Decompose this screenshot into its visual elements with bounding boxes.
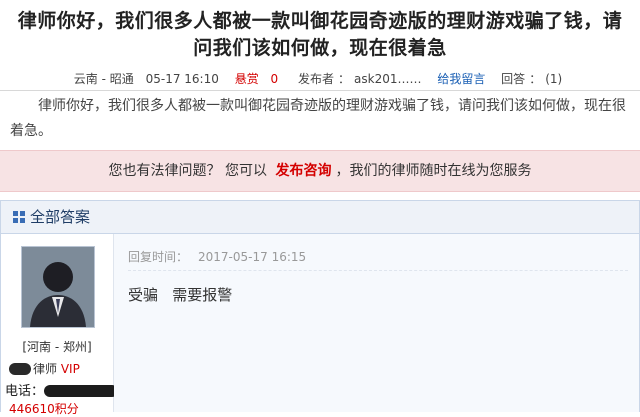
answer-text: 受骗 需要报警 — [128, 286, 233, 304]
phone-label: 电话： — [5, 384, 45, 399]
replies-value: (1) — [545, 72, 563, 86]
reply-count: 回答： (1) — [501, 72, 563, 86]
answer-user-info: [河南 - 郑州] 律师 VIP 电话： 446610积分 — [1, 234, 119, 416]
question-body: 律师你好，我们很多人都被一款叫御花园奇迹版的理财游戏骗了钱，请问我们该如何做，现… — [10, 98, 626, 139]
divider — [128, 270, 628, 271]
banner-suffix: ，我们的律师随时在线为您服务 — [335, 163, 532, 179]
grid-icon — [13, 202, 25, 223]
redacted-phone — [44, 385, 119, 397]
answer-content: 回复时间： 2017-05-17 16:15 受骗 需要报警 — [114, 234, 639, 412]
lawyer-location: [河南 - 郑州] — [22, 340, 92, 354]
answers-header-label: 全部答案 — [30, 208, 91, 226]
question-meta: 云南 - 昭通 05-17 16:10 悬赏 0 发布者： ask201…… 给我… — [0, 68, 640, 91]
replies-label: 回答 — [501, 72, 526, 86]
lawyer-points: 446610积分 — [9, 402, 79, 416]
redaction-mark — [9, 363, 31, 375]
poster: 发布者： ask201…… — [298, 72, 422, 86]
banner-prefix: 您也有法律问题？ 您可以 — [108, 163, 267, 179]
reply-time-label: 回复时间： — [128, 250, 189, 264]
question-location: 云南 - 昭通 — [73, 72, 134, 86]
question-date: 05-17 16:10 — [145, 72, 219, 86]
consult-banner: 您也有法律问题？ 您可以 发布咨询 ，我们的律师随时在线为您服务 — [0, 150, 640, 192]
poster-label: 发布者 — [298, 72, 335, 86]
lawyer-phone: 电话： — [5, 380, 119, 399]
answers-panel: 全部答案 [河南 - 郑州] 律师 VIP 电话： 446610积分 回复时间：… — [0, 200, 640, 416]
avatar[interactable] — [21, 246, 95, 328]
bounty-label: 悬赏 — [234, 72, 259, 86]
leave-message-link[interactable]: 给我留言 — [437, 72, 485, 86]
lawyer-title: 律师 VIP — [9, 360, 113, 377]
reply-time: 回复时间： 2017-05-17 16:15 — [128, 248, 306, 265]
publish-consult-link[interactable]: 发布咨询 — [275, 163, 331, 179]
reply-time-value: 2017-05-17 16:15 — [198, 250, 307, 264]
answers-header: 全部答案 — [1, 201, 639, 234]
bounty-value: 0 — [270, 72, 279, 86]
bounty: 悬赏 0 — [231, 72, 282, 86]
vip-badge: VIP — [60, 362, 80, 376]
poster-value: ask201…… — [354, 72, 422, 86]
lawyer-title-label[interactable]: 律师 — [33, 362, 57, 376]
question-title: 律师你好，我们很多人都被一款叫御花园奇迹版的理财游戏骗了钱，请问我们该如何做，现… — [17, 10, 623, 59]
